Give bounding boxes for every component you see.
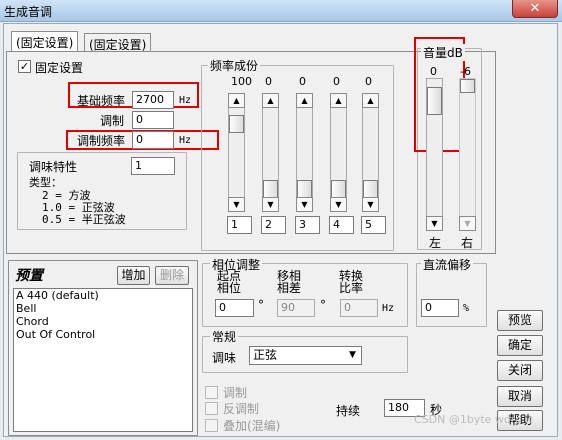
harmonic-top-value: 0	[299, 75, 306, 88]
slider-thumb[interactable]	[263, 180, 278, 198]
list-item[interactable]: Out Of Control	[14, 328, 192, 341]
base-frequency-unit: Hz	[179, 95, 192, 106]
volume-legend: 音量dB	[421, 44, 465, 61]
slider-thumb[interactable]	[427, 87, 442, 115]
close-window-button[interactable]: ✕	[512, 0, 558, 18]
ok-button[interactable]: 确定	[497, 335, 543, 356]
start-phase-input[interactable]: 0	[215, 299, 254, 317]
volume-left-value: 0	[430, 65, 437, 78]
scroll-up-icon[interactable]: ▲	[228, 93, 245, 108]
volume-left-label: 左	[429, 236, 442, 250]
harmonic-index-box[interactable]: 5	[361, 216, 386, 234]
harmonic-top-value: 0	[365, 75, 372, 88]
volume-slider-left[interactable]: ▼	[426, 78, 443, 231]
delete-preset-button[interactable]: 删除	[155, 266, 189, 285]
harmonic-slider-4[interactable]: ▲ ▼	[330, 93, 347, 212]
flavor-label: 调味	[212, 351, 237, 365]
start-phase-degree: °	[258, 298, 264, 312]
harmonic-slider-3[interactable]: ▲ ▼	[296, 93, 313, 212]
volume-right-label: 右	[461, 236, 474, 250]
timbre-input[interactable]: 1	[131, 157, 175, 175]
harmonic-index-box[interactable]: 1	[227, 216, 252, 234]
harmonic-index-box[interactable]: 2	[261, 216, 286, 234]
volume-slider-right[interactable]: ▼	[459, 78, 476, 231]
preview-button[interactable]: 预览	[497, 310, 543, 331]
fixed-settings-label: 固定设置	[35, 61, 84, 75]
base-frequency-input[interactable]: 2700	[132, 91, 174, 109]
scroll-down-icon[interactable]: ▼	[228, 197, 245, 212]
timbre-half-sine: 0.5 = 半正弦波	[42, 213, 126, 226]
harmonic-slider-5[interactable]: ▲ ▼	[362, 93, 379, 212]
scroll-up-icon[interactable]: ▲	[262, 93, 279, 108]
modulate-label: 调制	[223, 386, 248, 400]
flavor-selected-value: 正弦	[253, 348, 278, 362]
dc-offset-input[interactable]: 0	[421, 299, 459, 317]
slider-thumb[interactable]	[460, 79, 475, 93]
convert-ratio-input[interactable]: 0	[340, 299, 378, 317]
duration-label: 持续	[336, 404, 361, 418]
inverse-modulate-checkbox[interactable]	[205, 402, 218, 415]
add-preset-button[interactable]: 增加	[117, 266, 150, 285]
list-item[interactable]: Chord	[14, 315, 192, 328]
modulation-input[interactable]: 0	[132, 111, 174, 129]
convert-ratio-label: 转换 比率	[339, 269, 364, 295]
harmonic-top-value: 100	[231, 75, 252, 88]
cancel-button[interactable]: 取消	[497, 386, 543, 407]
general-legend: 常规	[210, 328, 239, 345]
modulation-frequency-unit: Hz	[179, 135, 192, 146]
window-title: 生成音调	[4, 5, 53, 19]
harmonic-index-box[interactable]: 3	[295, 216, 320, 234]
scroll-down-icon[interactable]: ▼	[362, 197, 379, 212]
harmonic-top-value: 0	[265, 75, 272, 88]
scroll-down-icon[interactable]: ▼	[296, 197, 313, 212]
scroll-down-icon[interactable]: ▼	[426, 216, 443, 231]
presets-list[interactable]: A 440 (default) Bell Chord Out Of Contro…	[13, 288, 193, 432]
list-item[interactable]: Bell	[14, 302, 192, 315]
watermark: CSDN @1byte word it	[414, 413, 533, 426]
title-bar	[0, 0, 562, 22]
scroll-down-icon[interactable]: ▼	[459, 216, 476, 231]
modulation-label: 调制	[100, 114, 125, 128]
modulation-frequency-input[interactable]: 0	[132, 131, 174, 149]
modulate-checkbox[interactable]	[205, 386, 218, 399]
harmonic-slider-1[interactable]: ▲ ▼	[228, 93, 245, 212]
fixed-settings-checkbox[interactable]: ✓	[18, 60, 31, 73]
harmonic-top-value: 0	[333, 75, 340, 88]
harmonic-slider-2[interactable]: ▲ ▼	[262, 93, 279, 212]
modulation-frequency-label: 调制频率	[77, 134, 126, 148]
slider-thumb[interactable]	[297, 180, 312, 198]
close-button[interactable]: 关闭	[497, 360, 543, 381]
scroll-up-icon[interactable]: ▲	[362, 93, 379, 108]
start-phase-label: 起点 相位	[217, 269, 242, 295]
list-item[interactable]: A 440 (default)	[14, 289, 192, 302]
dc-offset-unit: %	[463, 303, 470, 314]
harmonic-index-box[interactable]: 4	[329, 216, 354, 234]
harmonics-legend: 频率成份	[208, 57, 261, 74]
scroll-up-icon[interactable]: ▲	[330, 93, 347, 108]
scroll-up-icon[interactable]: ▲	[296, 93, 313, 108]
convert-ratio-unit: Hz	[382, 303, 395, 314]
base-frequency-label: 基础频率	[77, 94, 126, 108]
volume-right-value: -6	[460, 65, 471, 78]
tab-fixed-settings-2[interactable]: (固定设置)	[84, 33, 152, 53]
scroll-down-icon[interactable]: ▼	[262, 197, 279, 212]
phase-shift-degree: °	[320, 298, 326, 312]
overlay-mix-checkbox[interactable]	[205, 419, 218, 432]
inverse-modulate-label: 反调制	[223, 402, 260, 416]
scroll-down-icon[interactable]: ▼	[330, 197, 347, 212]
slider-thumb[interactable]	[363, 180, 378, 198]
timbre-label: 调味特性	[29, 160, 78, 174]
slider-thumb[interactable]	[229, 115, 244, 134]
chevron-down-icon[interactable]: ▼	[345, 348, 360, 363]
tab-fixed-settings-1[interactable]: (固定设置)	[11, 31, 79, 52]
phase-shift-label: 移相 相差	[277, 269, 302, 295]
phase-shift-input[interactable]: 90	[277, 299, 315, 317]
overlay-mix-label: 叠加(混编)	[223, 419, 281, 433]
dc-offset-legend: 直流偏移	[421, 256, 474, 273]
presets-title: 预置	[15, 268, 43, 284]
slider-thumb[interactable]	[331, 180, 346, 198]
